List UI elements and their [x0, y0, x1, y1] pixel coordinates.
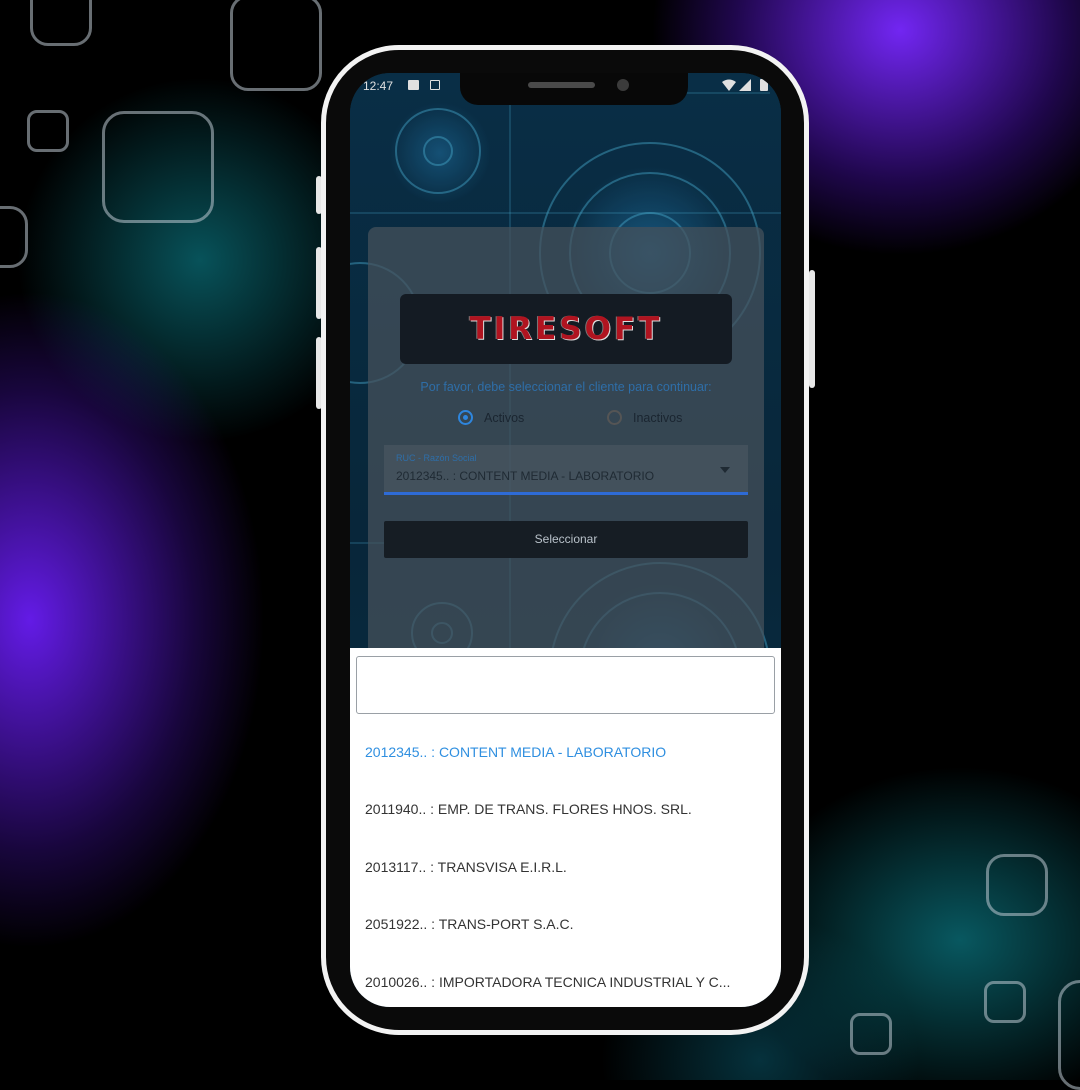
decor-square [30, 0, 92, 46]
decor-square [0, 206, 28, 268]
dropdown-option[interactable]: 2010026.. : IMPORTADORA TECNICA INDUSTRI… [365, 974, 730, 990]
dropdown-arrow-icon [720, 467, 730, 473]
radio-label: Inactivos [633, 411, 683, 425]
decor-square [27, 110, 69, 152]
dropdown-option[interactable]: 2012345.. : CONTENT MEDIA - LABORATORIO [365, 744, 666, 760]
seleccionar-button[interactable]: Seleccionar [384, 521, 748, 558]
dropdown-option[interactable]: 2013117.. : TRANSVISA E.I.R.L. [365, 859, 567, 875]
radio-selected-icon [458, 410, 473, 425]
select-label: RUC - Razón Social [396, 453, 477, 463]
select-value: 2012345.. : CONTENT MEDIA - LABORATORIO [396, 469, 655, 483]
client-select[interactable]: RUC - Razón Social 2012345.. : CONTENT M… [384, 445, 748, 495]
phone-power-button [809, 270, 815, 388]
client-selection-card: TIRESOFT Por favor, debe seleccionar el … [368, 227, 764, 667]
search-input[interactable] [356, 656, 775, 714]
radio-unselected-icon [607, 410, 622, 425]
logo-text: TIRESOFT [469, 311, 663, 347]
decor-square [230, 0, 322, 91]
phone-screen: 12:47 TIRESOFT Por favor, debe seleccion… [350, 73, 781, 1007]
decor-square [986, 854, 1048, 916]
instruction-text: Por favor, debe seleccionar el cliente p… [420, 380, 712, 394]
dropdown-sheet: 2012345.. : CONTENT MEDIA - LABORATORIO … [350, 648, 781, 1007]
app-logo: TIRESOFT [400, 294, 732, 364]
decor-square [984, 981, 1026, 1023]
dropdown-option[interactable]: 2051922.. : TRANS-PORT S.A.C. [365, 916, 574, 932]
dropdown-option[interactable]: 2011940.. : EMP. DE TRANS. FLORES HNOS. … [365, 801, 692, 817]
decor-square [102, 111, 214, 223]
decor-square [1058, 980, 1080, 1090]
decor-square [850, 1013, 892, 1055]
radio-label: Activos [484, 411, 525, 425]
